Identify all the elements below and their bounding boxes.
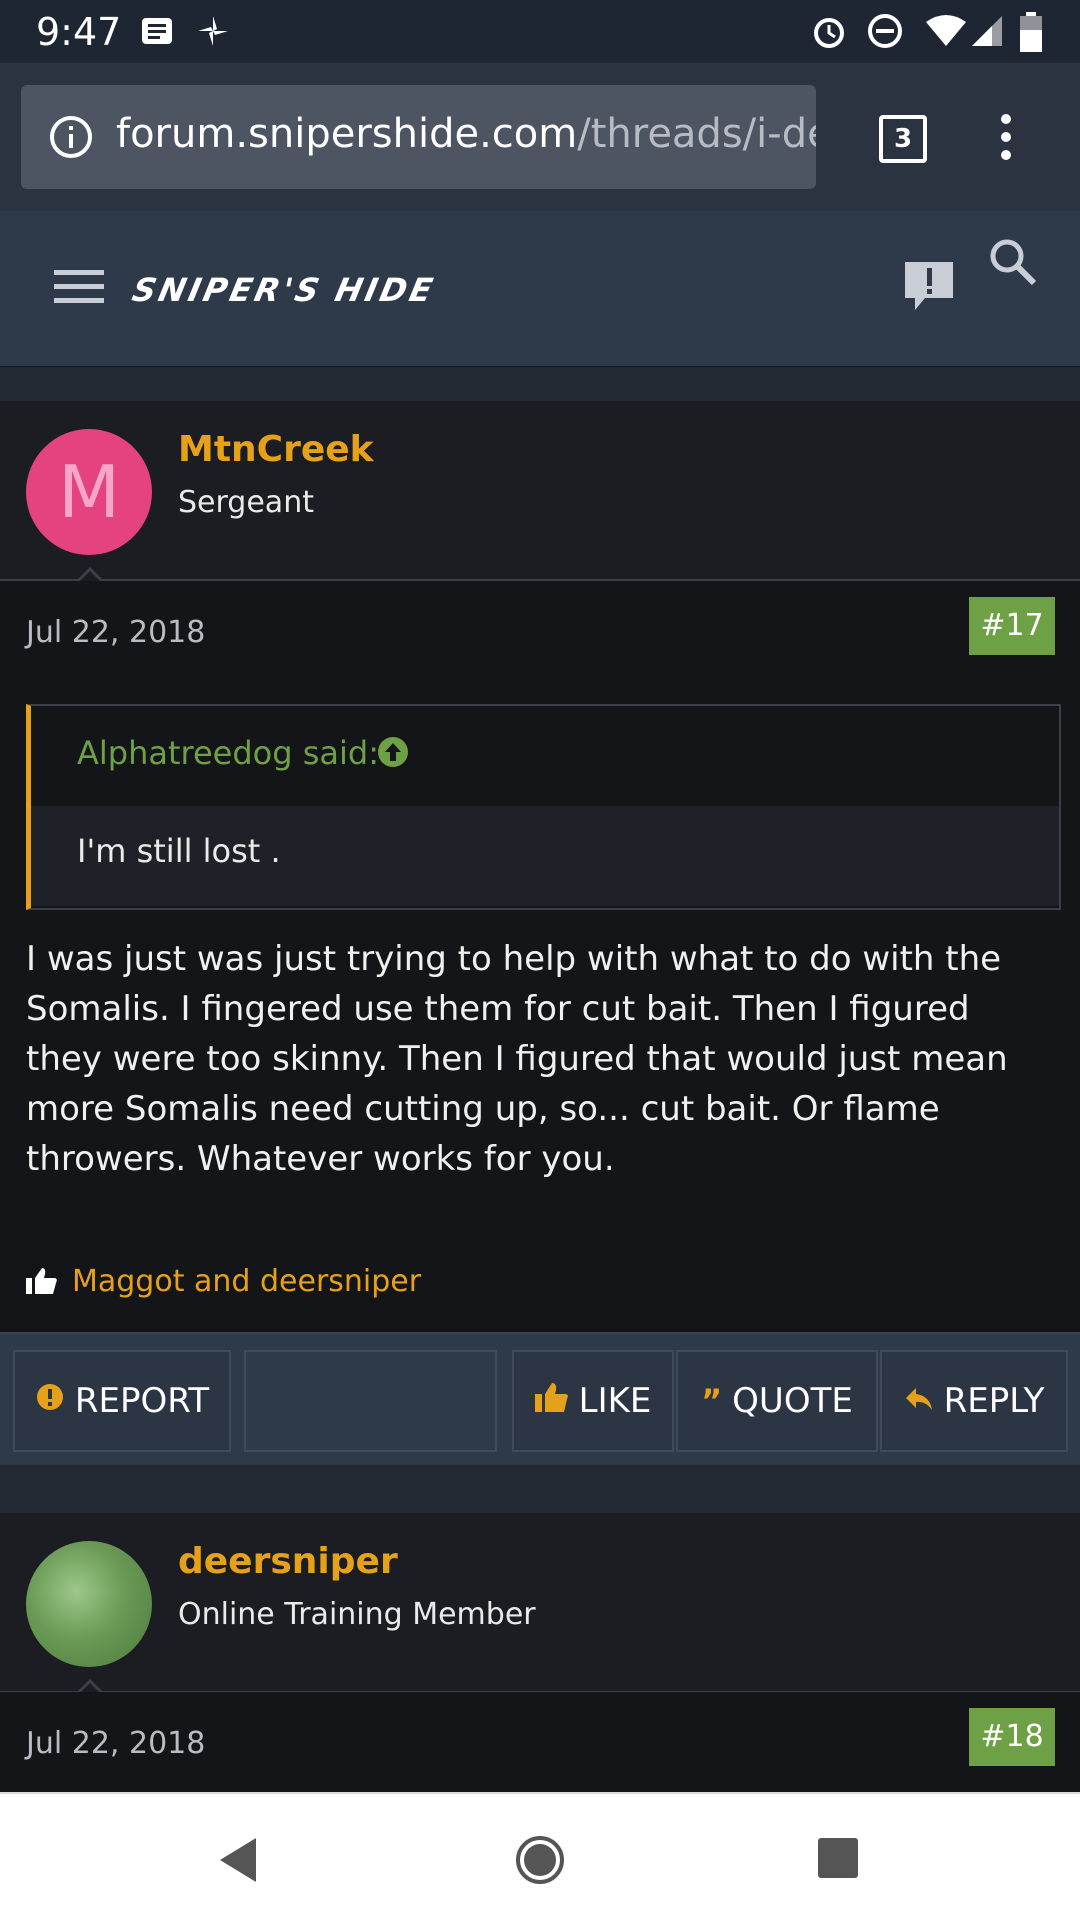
- battery-icon: [1020, 12, 1042, 52]
- notification-icon: [142, 18, 172, 44]
- alert-icon[interactable]: [901, 258, 957, 314]
- username[interactable]: deersniper: [178, 1541, 398, 1582]
- post-action-bar: REPORT LIKE ” QUOTE REPLY: [0, 1332, 1080, 1467]
- quote-content: I'm still lost .: [31, 806, 1059, 906]
- avatar[interactable]: M: [26, 429, 152, 555]
- url-path: /threads/i-de: [577, 111, 816, 157]
- report-icon: [35, 1381, 65, 1421]
- hamburger-menu-icon[interactable]: [54, 268, 104, 304]
- avatar-letter: M: [57, 450, 121, 534]
- like-button[interactable]: LIKE: [512, 1350, 674, 1452]
- fan-icon: [198, 16, 228, 46]
- quote-label: QUOTE: [732, 1381, 853, 1421]
- info-icon[interactable]: [49, 115, 93, 159]
- report-button[interactable]: REPORT: [13, 1350, 231, 1452]
- action-spacer: [244, 1350, 497, 1452]
- post-user-block: deersniper Online Training Member: [0, 1513, 1080, 1703]
- post-separator: [0, 1465, 1080, 1515]
- address-bar[interactable]: forum.snipershide.com/threads/i-de: [21, 85, 816, 189]
- site-logo[interactable]: SNIPER'S HIDE: [129, 271, 439, 309]
- post-user-block: M MtnCreek Sergeant: [0, 401, 1080, 591]
- username[interactable]: MtnCreek: [178, 429, 374, 470]
- quote-block: Alphatreedog said: I'm still lost .: [26, 704, 1061, 910]
- post-date[interactable]: Jul 22, 2018: [26, 615, 205, 650]
- browser-toolbar: forum.snipershide.com/threads/i-de 3: [0, 63, 1080, 211]
- url-host: forum.snipershide.com: [116, 111, 578, 157]
- user-title: Online Training Member: [178, 1597, 536, 1632]
- user-title: Sergeant: [178, 485, 314, 520]
- quote-author[interactable]: Alphatreedog said:: [77, 734, 379, 772]
- site-header: SNIPER'S HIDE: [0, 211, 1080, 366]
- post-message: I was just was just trying to help with …: [26, 939, 1008, 1179]
- quote-icon: ”: [701, 1382, 723, 1420]
- quote-text: I'm still lost .: [77, 832, 281, 870]
- recents-icon[interactable]: [816, 1836, 860, 1880]
- url-text[interactable]: forum.snipershide.com/threads/i-de: [116, 111, 816, 157]
- reply-button[interactable]: REPLY: [880, 1350, 1068, 1452]
- back-icon[interactable]: [216, 1836, 260, 1884]
- system-nav-bar: [0, 1792, 1080, 1922]
- home-icon[interactable]: [514, 1834, 566, 1886]
- post-meta: Jul 22, 2018 #18: [0, 1692, 1080, 1792]
- avatar[interactable]: [26, 1541, 152, 1667]
- overflow-menu-icon[interactable]: [998, 113, 1014, 161]
- status-time: 9:47: [36, 10, 122, 54]
- alarm-icon: [814, 18, 844, 48]
- report-label: REPORT: [74, 1381, 210, 1421]
- status-bar: 9:47: [0, 0, 1080, 63]
- post-number[interactable]: #18: [969, 1708, 1055, 1766]
- header-separator: [0, 366, 1080, 402]
- reply-label: REPLY: [943, 1381, 1045, 1421]
- search-icon[interactable]: [988, 237, 1038, 287]
- post-date[interactable]: Jul 22, 2018: [26, 1726, 205, 1761]
- dnd-icon: [868, 14, 902, 48]
- thumbs-up-icon: [26, 1268, 57, 1294]
- post-number[interactable]: #17: [969, 597, 1055, 655]
- arrow-up-circle-icon[interactable]: [377, 736, 409, 768]
- quote-button[interactable]: ” QUOTE: [676, 1350, 878, 1452]
- likes-text[interactable]: Maggot and deersniper: [72, 1264, 421, 1299]
- like-icon: [534, 1381, 569, 1422]
- post-meta: Jul 22, 2018 #17: [0, 581, 1080, 681]
- tab-switcher-button[interactable]: 3: [879, 115, 927, 163]
- like-label: LIKE: [578, 1381, 652, 1421]
- reply-icon: [904, 1381, 934, 1421]
- signal-icon: [972, 16, 1002, 46]
- quote-header: Alphatreedog said:: [31, 706, 1059, 806]
- wifi-icon: [926, 15, 966, 46]
